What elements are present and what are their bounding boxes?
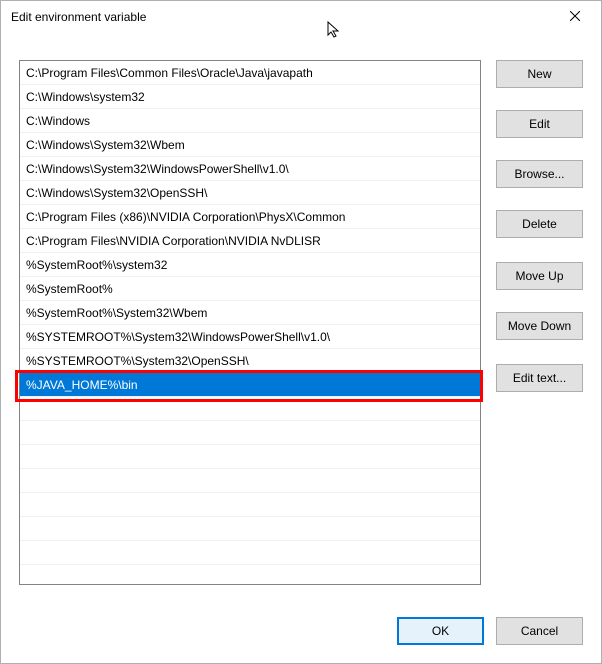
list-item[interactable]: C:\Windows\System32\OpenSSH\: [20, 181, 480, 205]
list-item[interactable]: C:\Windows\System32\WindowsPowerShell\v1…: [20, 157, 480, 181]
list-item[interactable]: C:\Program Files\NVIDIA Corporation\NVID…: [20, 229, 480, 253]
list-item-empty[interactable]: [20, 517, 480, 541]
list-item[interactable]: %SystemRoot%\System32\Wbem: [20, 301, 480, 325]
ok-button[interactable]: OK: [397, 617, 484, 645]
list-item[interactable]: C:\Windows\System32\Wbem: [20, 133, 480, 157]
list-item-empty[interactable]: [20, 421, 480, 445]
move-down-button[interactable]: Move Down: [496, 312, 583, 340]
list-item[interactable]: %SYSTEMROOT%\System32\OpenSSH\: [20, 349, 480, 373]
browse-button[interactable]: Browse...: [496, 160, 583, 188]
window-title: Edit environment variable: [11, 10, 146, 24]
list-item[interactable]: C:\Program Files (x86)\NVIDIA Corporatio…: [20, 205, 480, 229]
list-item-empty[interactable]: [20, 397, 480, 421]
list-item-empty[interactable]: [20, 445, 480, 469]
title-bar: Edit environment variable: [1, 1, 601, 33]
bottom-button-group: OK Cancel: [397, 617, 583, 645]
list-item-empty[interactable]: [20, 541, 480, 565]
list-item-empty[interactable]: [20, 493, 480, 517]
path-listbox[interactable]: C:\Program Files\Common Files\Oracle\Jav…: [19, 60, 481, 585]
new-button[interactable]: New: [496, 60, 583, 88]
edit-text-button[interactable]: Edit text...: [496, 364, 583, 392]
list-item[interactable]: %SystemRoot%: [20, 277, 480, 301]
edit-button[interactable]: Edit: [496, 110, 583, 138]
list-item[interactable]: %SYSTEMROOT%\System32\WindowsPowerShell\…: [20, 325, 480, 349]
move-up-button[interactable]: Move Up: [496, 262, 583, 290]
side-button-group: New Edit Browse... Delete Move Up Move D…: [496, 60, 583, 414]
list-item-empty[interactable]: [20, 469, 480, 493]
dialog-content: C:\Program Files\Common Files\Oracle\Jav…: [19, 51, 583, 645]
close-icon: [570, 11, 580, 21]
cancel-button[interactable]: Cancel: [496, 617, 583, 645]
list-item[interactable]: %SystemRoot%\system32: [20, 253, 480, 277]
list-item[interactable]: C:\Windows\system32: [20, 85, 480, 109]
close-button[interactable]: [552, 1, 597, 31]
list-item[interactable]: C:\Windows: [20, 109, 480, 133]
list-item[interactable]: C:\Program Files\Common Files\Oracle\Jav…: [20, 61, 480, 85]
delete-button[interactable]: Delete: [496, 210, 583, 238]
list-item[interactable]: %JAVA_HOME%\bin: [20, 373, 480, 397]
